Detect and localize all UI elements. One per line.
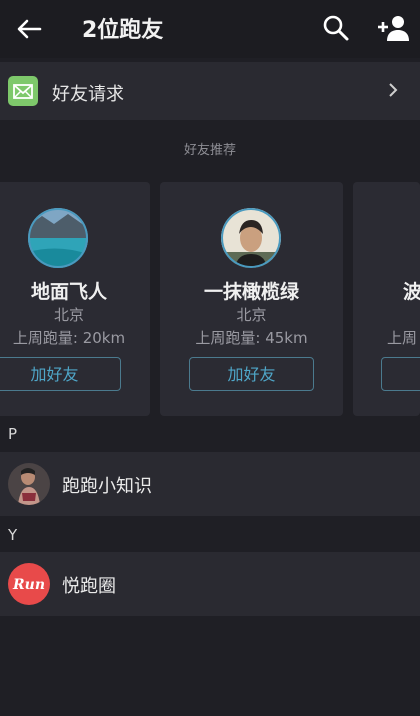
page-title: 2位跑友 — [82, 18, 164, 43]
card-name: 一抹橄榄绿 — [203, 281, 299, 303]
section-letter: Y — [8, 526, 18, 544]
friend-requests-row[interactable]: 好友请求 — [0, 62, 420, 120]
back-arrow-icon[interactable] — [14, 14, 44, 44]
add-friend-button[interactable] — [381, 357, 420, 391]
section-letter: P — [8, 425, 18, 443]
card-distance: 上周跑量: 20km — [12, 329, 126, 347]
add-friend-button[interactable]: 加好友 — [0, 357, 121, 391]
list-item[interactable]: 跑跑小知识 — [0, 452, 420, 516]
card-city: 北京 — [53, 306, 84, 324]
avatar — [8, 463, 50, 505]
avatar[interactable] — [221, 208, 281, 268]
search-icon[interactable] — [322, 14, 350, 42]
card-distance: 上周 — [387, 329, 418, 347]
add-person-icon[interactable] — [376, 14, 410, 42]
recommend-title: 好友推荐 — [183, 143, 236, 158]
add-friend-button[interactable]: 加好友 — [189, 357, 314, 391]
friend-requests-label: 好友请求 — [52, 84, 124, 105]
card-name: 地面飞人 — [30, 281, 107, 303]
list-item-label: 跑跑小知识 — [62, 476, 152, 497]
recommend-card: 波 上周 — [353, 182, 420, 416]
chevron-right-icon — [389, 83, 398, 97]
list-item-label: 悦跑圈 — [62, 576, 116, 597]
mail-icon — [8, 76, 38, 106]
card-distance: 上周跑量: 45km — [195, 329, 308, 347]
svg-text:Run: Run — [12, 577, 45, 593]
card-city: 北京 — [236, 306, 267, 324]
run-logo-icon: Run — [8, 563, 50, 605]
avatar[interactable] — [28, 208, 88, 268]
recommend-card: 地面飞人 北京 上周跑量: 20km 加好友 — [0, 182, 150, 416]
recommend-card: 一抹橄榄绿 北京 上周跑量: 45km 加好友 — [160, 182, 343, 416]
card-name: 波 — [403, 281, 420, 303]
top-bar: 2位跑友 — [0, 0, 420, 58]
list-item[interactable]: Run 悦跑圈 — [0, 552, 420, 616]
